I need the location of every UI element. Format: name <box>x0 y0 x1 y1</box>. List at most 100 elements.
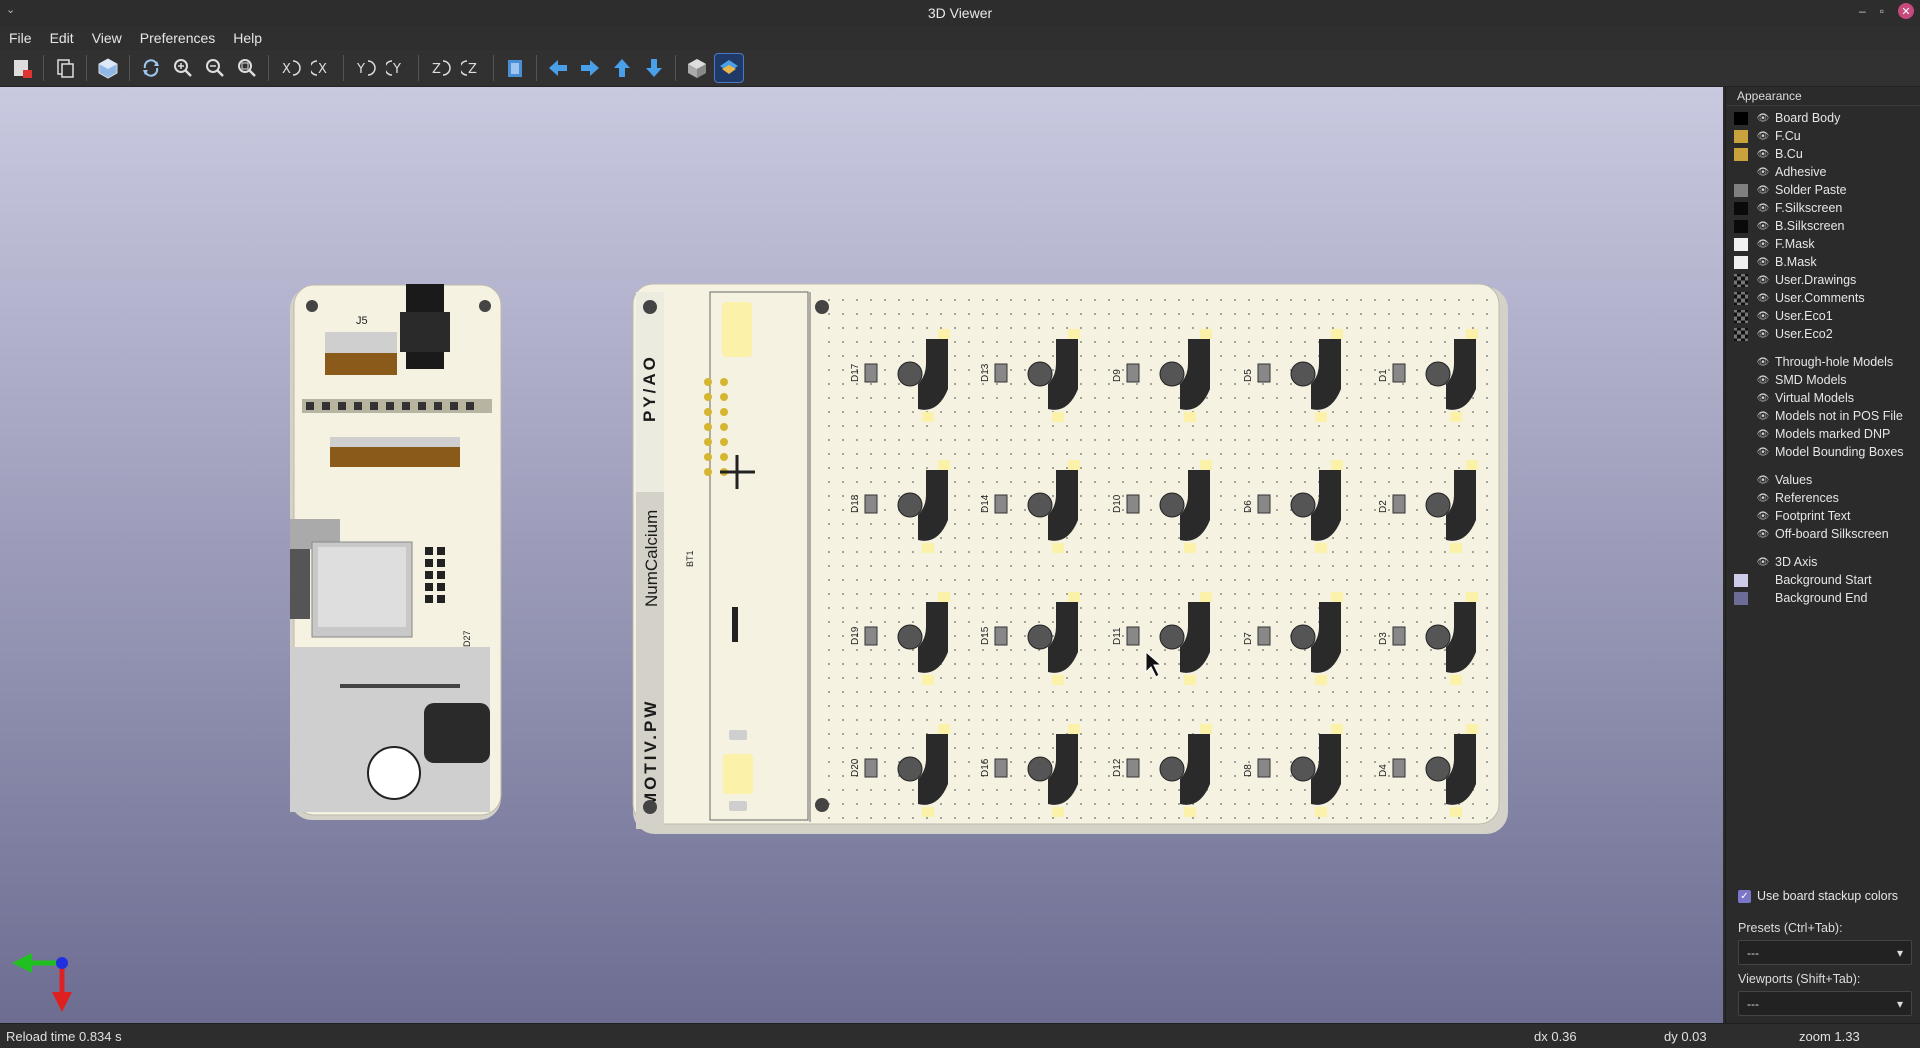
text-row[interactable]: 👁 References <box>1734 489 1839 507</box>
visibility-eye-icon[interactable]: 👁 <box>1756 185 1770 196</box>
move-down-icon[interactable] <box>640 54 668 82</box>
layer-row[interactable]: 👁 User.Eco1 <box>1734 307 1833 325</box>
layer-row[interactable]: 👁 F.Cu <box>1734 127 1801 145</box>
other-row[interactable]: Background Start <box>1734 571 1872 589</box>
menu-file[interactable]: File <box>0 30 41 46</box>
layer-row[interactable]: 👁 B.Silkscreen <box>1734 217 1844 235</box>
other-row[interactable]: Background End <box>1734 589 1867 607</box>
visibility-eye-icon[interactable]: 👁 <box>1756 275 1770 286</box>
maximize-icon[interactable]: ▫ <box>1880 4 1884 18</box>
color-swatch[interactable] <box>1734 255 1748 269</box>
visibility-eye-icon[interactable]: 👁 <box>1756 447 1770 458</box>
menu-preferences[interactable]: Preferences <box>131 30 224 46</box>
visibility-eye-icon[interactable]: 👁 <box>1756 257 1770 268</box>
close-icon[interactable]: ✕ <box>1898 3 1914 19</box>
color-swatch[interactable] <box>1734 219 1748 233</box>
layer-row[interactable]: 👁 F.Silkscreen <box>1734 199 1842 217</box>
layer-row[interactable]: 👁 Board Body <box>1734 109 1840 127</box>
object-row[interactable]: 👁 Through-hole Models <box>1734 353 1893 371</box>
raytrace-icon[interactable] <box>94 54 122 82</box>
visibility-eye-icon[interactable]: 👁 <box>1756 167 1770 178</box>
visibility-eye-icon[interactable]: 👁 <box>1756 557 1770 568</box>
color-swatch[interactable] <box>1734 147 1748 161</box>
visibility-eye-icon[interactable]: 👁 <box>1756 375 1770 386</box>
check-icon[interactable]: ✓ <box>1738 889 1751 903</box>
rotate-x-cw-icon[interactable]: X <box>276 54 304 82</box>
zoom-out-icon[interactable] <box>201 54 229 82</box>
visibility-eye-icon[interactable]: 👁 <box>1756 149 1770 160</box>
text-row[interactable]: 👁 Values <box>1734 471 1813 489</box>
visibility-eye-icon[interactable]: 👁 <box>1756 393 1770 404</box>
layer-row[interactable]: 👁 B.Cu <box>1734 145 1803 163</box>
menu-help[interactable]: Help <box>224 30 271 46</box>
visibility-eye-icon[interactable]: 👁 <box>1756 203 1770 214</box>
rotate-y-cw-icon[interactable]: Y <box>351 54 379 82</box>
menu-view[interactable]: View <box>83 30 131 46</box>
move-right-icon[interactable] <box>576 54 604 82</box>
object-row[interactable]: 👁 Virtual Models <box>1734 389 1854 407</box>
color-swatch[interactable] <box>1734 111 1748 125</box>
color-swatch[interactable] <box>1734 591 1748 605</box>
export-icon[interactable] <box>8 54 36 82</box>
visibility-eye-icon[interactable]: 👁 <box>1756 113 1770 124</box>
color-swatch[interactable] <box>1734 291 1748 305</box>
use-stackup-colors-checkbox[interactable]: ✓ Use board stackup colors <box>1738 889 1898 903</box>
minimize-icon[interactable]: – <box>1859 4 1866 18</box>
layer-row[interactable]: 👁 User.Comments <box>1734 289 1865 307</box>
layer-row[interactable]: 👁 User.Drawings <box>1734 271 1856 289</box>
color-swatch[interactable] <box>1734 573 1748 587</box>
zoom-in-icon[interactable] <box>169 54 197 82</box>
visibility-eye-icon[interactable]: 👁 <box>1756 293 1770 304</box>
layer-row[interactable]: 👁 User.Eco2 <box>1734 325 1833 343</box>
zoom-fit-icon[interactable] <box>233 54 261 82</box>
reload-icon[interactable] <box>137 54 165 82</box>
rotate-z-ccw-icon[interactable]: Z <box>458 54 486 82</box>
rotate-y-ccw-icon[interactable]: Y <box>383 54 411 82</box>
other-row[interactable]: 👁 3D Axis <box>1734 553 1818 571</box>
3d-viewport[interactable]: J5 D27 PY/AO NumCalcium MOTIV.PW BT1 D17… <box>0 87 1723 1023</box>
color-swatch[interactable] <box>1734 273 1748 287</box>
layer-row[interactable]: 👁 B.Mask <box>1734 253 1817 271</box>
presets-select[interactable]: --- ▾ <box>1738 940 1912 965</box>
object-row[interactable]: 👁 Model Bounding Boxes <box>1734 443 1904 461</box>
visibility-eye-icon[interactable]: 👁 <box>1756 411 1770 422</box>
rotate-x-ccw-icon[interactable]: X <box>308 54 336 82</box>
copy-icon[interactable] <box>51 54 79 82</box>
visibility-eye-icon[interactable]: 👁 <box>1756 511 1770 522</box>
visibility-eye-icon[interactable]: 👁 <box>1756 357 1770 368</box>
diode <box>864 363 878 383</box>
layer-row[interactable]: 👁 Adhesive <box>1734 163 1827 181</box>
visibility-eye-icon[interactable]: 👁 <box>1756 221 1770 232</box>
visibility-eye-icon[interactable]: 👁 <box>1756 311 1770 322</box>
ortho-icon[interactable] <box>683 54 711 82</box>
color-swatch[interactable] <box>1734 183 1748 197</box>
visibility-eye-icon[interactable]: 👁 <box>1756 239 1770 250</box>
layer-row[interactable]: 👁 Solder Paste <box>1734 181 1847 199</box>
visibility-eye-icon[interactable]: 👁 <box>1756 329 1770 340</box>
layers-icon[interactable] <box>714 53 744 83</box>
visibility-eye-icon[interactable]: 👁 <box>1756 131 1770 142</box>
visibility-eye-icon[interactable]: 👁 <box>1756 529 1770 540</box>
color-swatch <box>1734 392 1748 405</box>
color-swatch[interactable] <box>1734 129 1748 143</box>
move-up-icon[interactable] <box>608 54 636 82</box>
menu-edit[interactable]: Edit <box>41 30 83 46</box>
visibility-eye-icon[interactable]: 👁 <box>1756 475 1770 486</box>
color-swatch[interactable] <box>1734 309 1748 323</box>
flip-board-icon[interactable] <box>501 54 529 82</box>
color-swatch[interactable] <box>1734 237 1748 251</box>
visibility-eye-icon[interactable]: 👁 <box>1756 429 1770 440</box>
object-row[interactable]: 👁 SMD Models <box>1734 371 1847 389</box>
rotate-z-cw-icon[interactable]: Z <box>426 54 454 82</box>
text-row[interactable]: 👁 Footprint Text <box>1734 507 1851 525</box>
move-left-icon[interactable] <box>544 54 572 82</box>
color-swatch[interactable] <box>1734 201 1748 215</box>
window-menu-icon[interactable]: ⌄ <box>6 3 15 16</box>
layer-row[interactable]: 👁 F.Mask <box>1734 235 1815 253</box>
text-row[interactable]: 👁 Off-board Silkscreen <box>1734 525 1889 543</box>
object-row[interactable]: 👁 Models not in POS File <box>1734 407 1903 425</box>
object-row[interactable]: 👁 Models marked DNP <box>1734 425 1891 443</box>
color-swatch[interactable] <box>1734 327 1748 341</box>
visibility-eye-icon[interactable]: 👁 <box>1756 493 1770 504</box>
viewports-select[interactable]: --- ▾ <box>1738 991 1912 1016</box>
